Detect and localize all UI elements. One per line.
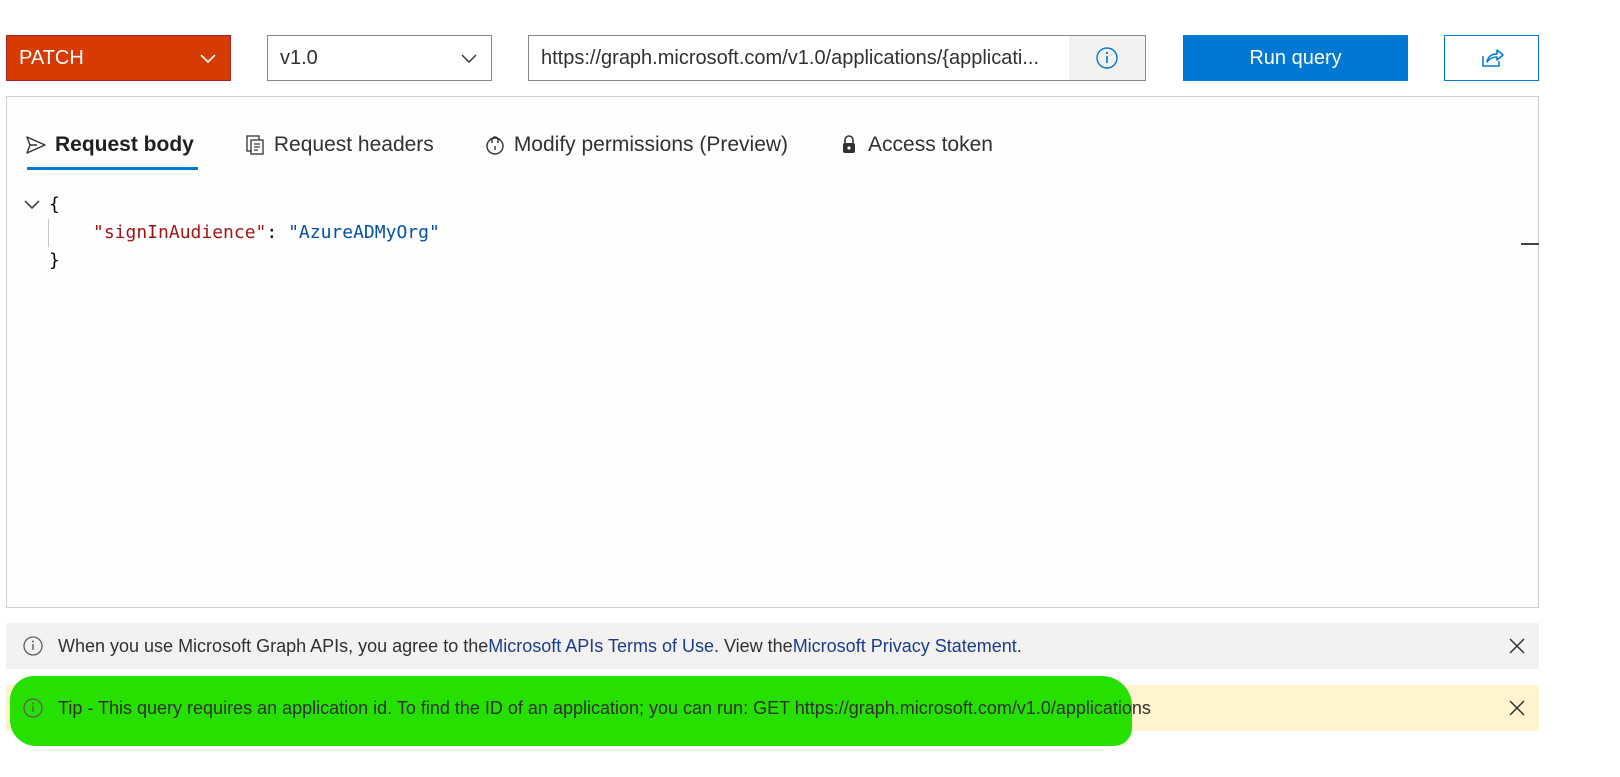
json-open-brace: { xyxy=(49,194,60,215)
tab-request-headers[interactable]: Request headers xyxy=(244,123,438,167)
tip-message-bar: Tip - This query requires an application… xyxy=(6,676,1539,746)
share-icon xyxy=(1481,49,1504,67)
terms-message-bar: When you use Microsoft Graph APIs, you a… xyxy=(6,623,1539,669)
tab-modify-permissions[interactable]: Modify permissions (Preview) xyxy=(484,123,792,167)
code-line: { xyxy=(21,191,440,219)
url-info-button[interactable] xyxy=(1069,36,1145,80)
terms-of-use-link[interactable]: Microsoft APIs Terms of Use xyxy=(488,636,714,657)
info-icon xyxy=(23,636,43,656)
code-line: "signInAudience" : "AzureADMyOrg" xyxy=(21,219,440,247)
tab-label: Modify permissions (Preview) xyxy=(513,133,789,156)
headers-icon xyxy=(246,135,264,155)
lock-icon xyxy=(843,135,856,153)
tab-label: Request body xyxy=(55,133,194,156)
json-close-brace: } xyxy=(49,250,60,271)
tab-label: Access token xyxy=(868,133,993,156)
tab-label: Request headers xyxy=(273,133,434,156)
json-value: "AzureADMyOrg" xyxy=(288,222,440,243)
terms-text-2: . View the xyxy=(713,635,793,656)
info-icon xyxy=(23,698,43,718)
tip-text: Tip - This query requires an application… xyxy=(58,697,1151,718)
terms-text-3: . xyxy=(1016,635,1022,656)
close-icon[interactable] xyxy=(1507,636,1527,656)
request-body-editor[interactable]: { "signInAudience" : "AzureADMyOrg" } xyxy=(21,191,440,275)
request-tabs: Request body Request headers Modify perm… xyxy=(25,123,1043,170)
chevron-down-icon xyxy=(200,54,216,64)
close-icon[interactable] xyxy=(1507,698,1527,718)
url-input[interactable]: https://graph.microsoft.com/v1.0/applica… xyxy=(529,36,1069,80)
method-value: PATCH xyxy=(19,46,84,69)
request-panel: Request body Request headers Modify perm… xyxy=(6,96,1539,608)
minimap-indicator xyxy=(1521,243,1539,245)
version-select[interactable]: v1.0 xyxy=(267,35,492,81)
send-icon xyxy=(26,136,46,154)
share-button[interactable] xyxy=(1444,35,1539,81)
indent-guide xyxy=(48,219,49,247)
json-colon: : xyxy=(266,222,289,243)
tab-request-body[interactable]: Request body xyxy=(25,123,198,170)
tab-access-token[interactable]: Access token xyxy=(838,123,997,167)
permissions-icon xyxy=(486,136,504,155)
fold-chevron-icon[interactable] xyxy=(21,195,45,215)
method-select[interactable]: PATCH xyxy=(6,35,231,81)
info-icon xyxy=(1096,47,1118,69)
code-line: } xyxy=(21,247,440,275)
version-value: v1.0 xyxy=(280,46,318,69)
run-query-button[interactable]: Run query xyxy=(1183,35,1408,81)
privacy-statement-link[interactable]: Microsoft Privacy Statement xyxy=(793,636,1017,657)
chevron-down-icon xyxy=(461,54,477,63)
url-field: https://graph.microsoft.com/v1.0/applica… xyxy=(528,35,1146,81)
terms-text-1: When you use Microsoft Graph APIs, you a… xyxy=(58,635,489,656)
json-key: "signInAudience" xyxy=(93,222,267,243)
